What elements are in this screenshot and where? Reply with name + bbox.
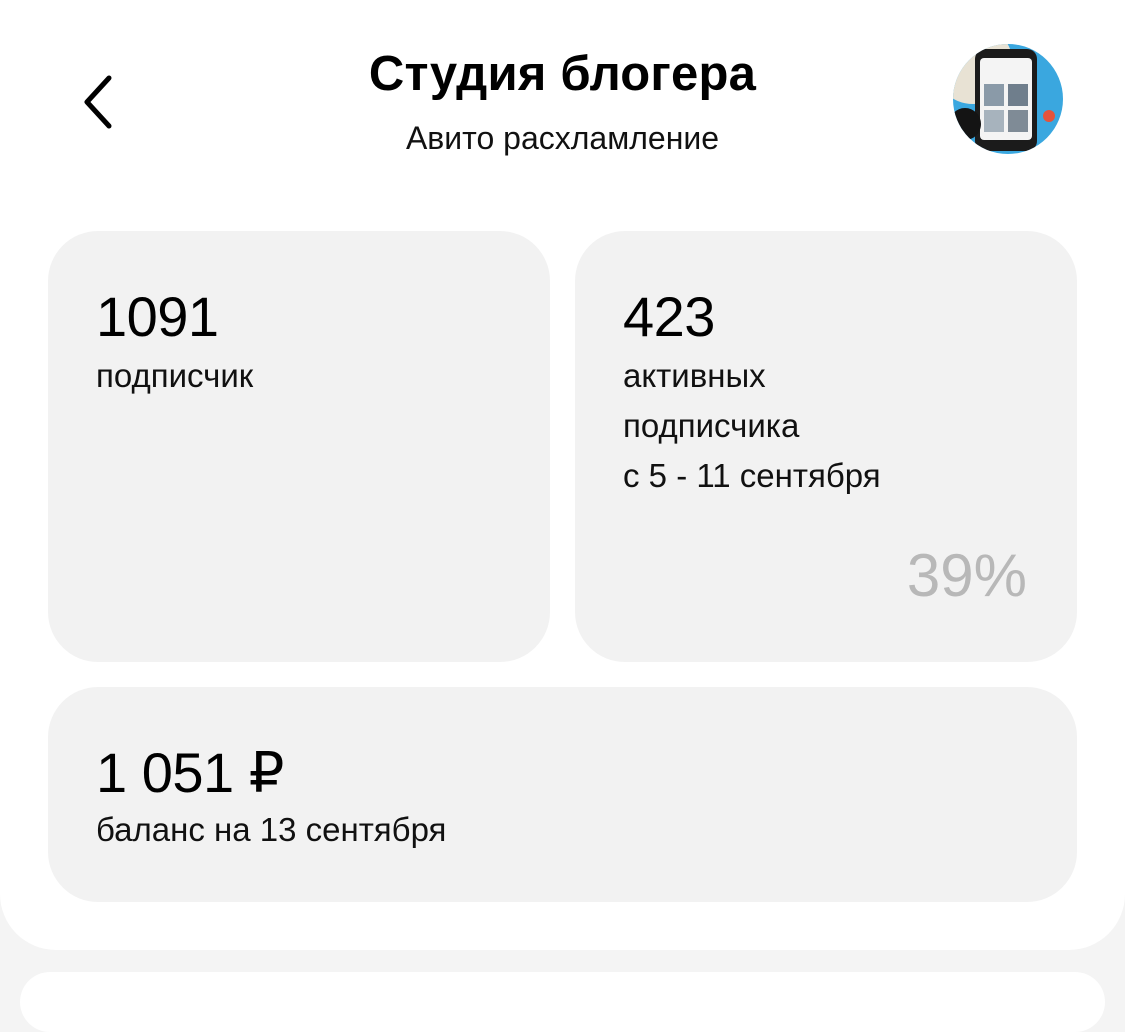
avatar[interactable]	[953, 44, 1063, 154]
balance-card[interactable]: 1 051 ₽ баланс на 13 сентября	[48, 687, 1077, 902]
main-panel: Студия блогера Авито расхламление 1091 п…	[0, 0, 1125, 950]
balance-amount: 1 051 ₽	[96, 741, 284, 804]
active-percent: 39%	[906, 542, 1027, 609]
subscribers-count: 1091	[96, 285, 219, 348]
active-count: 423	[623, 285, 715, 348]
balance-label: баланс на 13 сентября	[96, 811, 447, 848]
next-section-card	[20, 972, 1105, 1032]
active-label: активных подписчика с 5 - 11 сентября	[623, 357, 881, 494]
page-subtitle: Авито расхламление	[405, 120, 720, 156]
subscribers-label: подписчик	[96, 357, 254, 394]
active-subscribers-card[interactable]: 423 активных подписчика с 5 - 11 сентябр…	[575, 231, 1077, 662]
avatar-image	[953, 44, 1063, 154]
subscribers-card[interactable]: 1091 подписчик	[48, 231, 550, 816]
